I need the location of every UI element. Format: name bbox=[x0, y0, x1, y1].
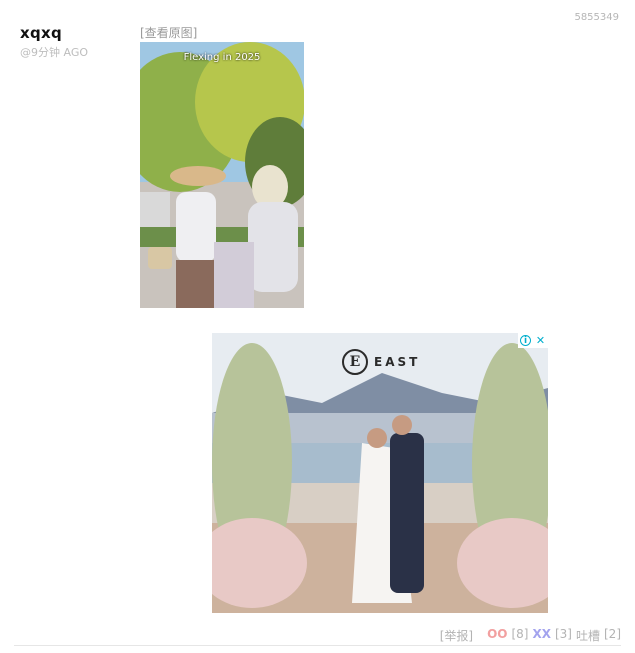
info-icon: i bbox=[520, 335, 531, 346]
oo-vote-button[interactable]: OO bbox=[487, 627, 507, 644]
ad-brand-name: EAST bbox=[374, 355, 421, 369]
post-time: @9分钟 AGO bbox=[20, 46, 89, 59]
ad-choices: i ✕ bbox=[518, 333, 548, 348]
advertisement[interactable]: E EAST i ✕ bbox=[212, 333, 548, 613]
post-divider bbox=[14, 645, 621, 646]
ad-info-button[interactable]: i bbox=[518, 333, 533, 348]
ad-close-button[interactable]: ✕ bbox=[533, 333, 548, 348]
post-author-block: xqxq @9分钟 AGO bbox=[20, 24, 88, 60]
post-image[interactable]: Flexing in 2025 bbox=[140, 42, 304, 308]
ad-wedding-photo bbox=[212, 333, 548, 613]
comment-link[interactable]: 吐槽 bbox=[576, 627, 600, 644]
ad-brand-logo: E EAST bbox=[342, 349, 420, 375]
oo-count: [8] bbox=[511, 627, 529, 641]
xx-count: [3] bbox=[554, 627, 572, 641]
image-caption: Flexing in 2025 bbox=[183, 52, 261, 63]
post-image-illustration bbox=[140, 42, 304, 308]
comment-count: [2] bbox=[604, 627, 621, 641]
xx-vote-button[interactable]: XX bbox=[532, 627, 551, 644]
close-icon: ✕ bbox=[535, 334, 546, 347]
post-id: 5855349 bbox=[574, 12, 619, 23]
post-footer: [举报] OO [8] XX [3] 吐槽 [2] bbox=[440, 627, 621, 644]
author-name[interactable]: xqxq bbox=[20, 24, 88, 42]
ad-brand-mark: E bbox=[342, 349, 368, 375]
view-original-link[interactable]: [查看原图] bbox=[140, 24, 197, 41]
report-link[interactable]: [举报] bbox=[440, 627, 473, 644]
